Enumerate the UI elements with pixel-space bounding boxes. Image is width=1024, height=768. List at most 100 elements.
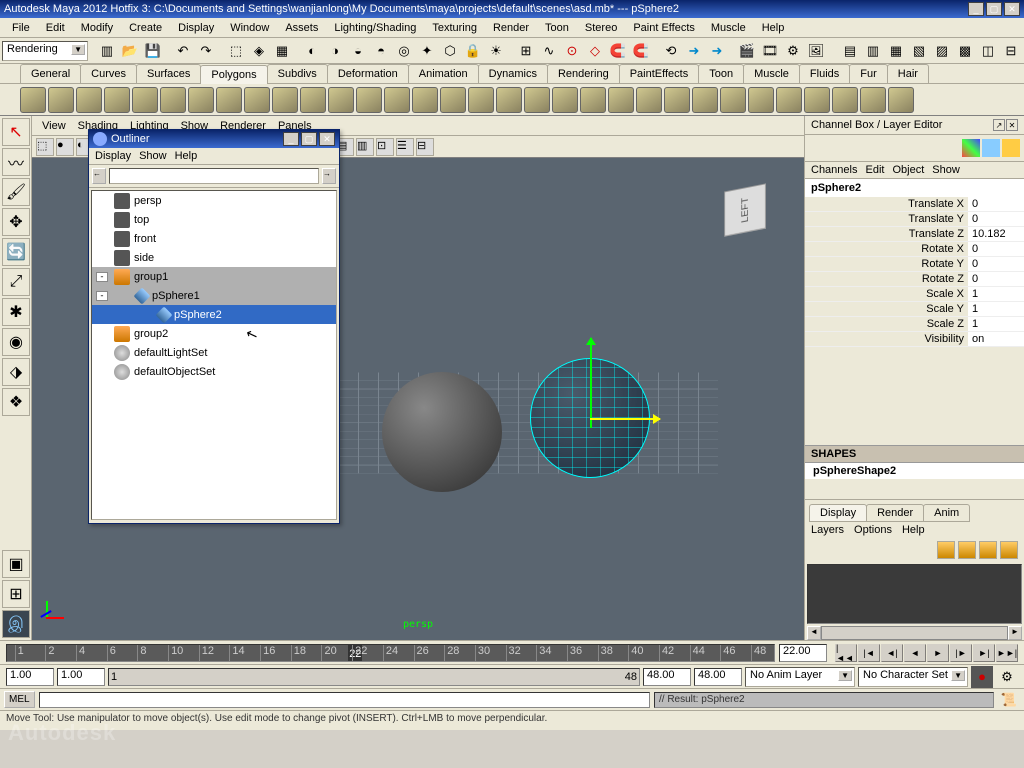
shelf-tab-toon[interactable]: Toon <box>698 64 744 83</box>
anim-end-field[interactable]: 48.00 <box>694 668 742 686</box>
psphere1-mesh[interactable] <box>382 372 502 492</box>
shelf-icon-11[interactable] <box>328 87 354 113</box>
open-scene-icon[interactable]: 📂 <box>119 40 141 62</box>
cb-menu-channels[interactable]: Channels <box>811 164 857 176</box>
menu-display[interactable]: Display <box>170 20 222 36</box>
history-icon[interactable]: ⟲ <box>660 40 682 62</box>
shelf-icon-31[interactable] <box>888 87 914 113</box>
snap-point-icon[interactable]: ⊙ <box>561 40 583 62</box>
layer-menu-layers[interactable]: Layers <box>811 524 844 536</box>
four-pane-icon[interactable]: ⊞ <box>2 580 30 608</box>
timeline-track[interactable]: 22 1246810121416182022242628303234363840… <box>6 644 775 662</box>
menu-muscle[interactable]: Muscle <box>703 20 754 36</box>
shelf-tab-subdivs[interactable]: Subdivs <box>267 64 328 83</box>
cb-close-icon[interactable]: ✕ <box>1006 119 1018 131</box>
live-surf-icon[interactable]: 🧲 <box>630 40 652 62</box>
vp-tool-20[interactable]: ⊟ <box>416 138 434 156</box>
attr-value[interactable]: 0 <box>968 242 1024 256</box>
outliner-search-input[interactable] <box>109 168 319 184</box>
menu-stereo[interactable]: Stereo <box>577 20 625 36</box>
snap-grid-icon[interactable]: ⊞ <box>515 40 537 62</box>
soft-mod-tool[interactable]: ◉ <box>2 328 30 356</box>
shelf-icon-20[interactable] <box>580 87 606 113</box>
vp-tool-0[interactable]: ⬚ <box>36 138 54 156</box>
shelf-icon-21[interactable] <box>608 87 634 113</box>
shelf-icon-27[interactable] <box>776 87 802 113</box>
panel-a-icon[interactable]: ▤ <box>839 40 861 62</box>
maximize-button[interactable]: ▢ <box>986 2 1002 16</box>
shelf-icon-28[interactable] <box>804 87 830 113</box>
shelf-tab-deformation[interactable]: Deformation <box>327 64 409 83</box>
panel-e-icon[interactable]: ▨ <box>931 40 953 62</box>
shelf-icon-15[interactable] <box>440 87 466 113</box>
panel-c-icon[interactable]: ▦ <box>885 40 907 62</box>
menu-toon[interactable]: Toon <box>537 20 577 36</box>
attr-value[interactable]: 1 <box>968 317 1024 331</box>
shelf-icon-3[interactable] <box>104 87 130 113</box>
menu-render[interactable]: Render <box>485 20 537 36</box>
outliner-item-psphere2[interactable]: pSphere2 <box>92 305 336 324</box>
shelf-icon-12[interactable] <box>356 87 382 113</box>
save-scene-icon[interactable]: 💾 <box>142 40 164 62</box>
menu-file[interactable]: File <box>4 20 38 36</box>
shelf-icon-19[interactable] <box>552 87 578 113</box>
select-hier-icon[interactable]: ⬚ <box>225 40 247 62</box>
snap-curve-icon[interactable]: ∿ <box>538 40 560 62</box>
outliner-search-prev[interactable]: ← <box>92 168 106 184</box>
shelf-tab-fur[interactable]: Fur <box>849 64 888 83</box>
shape-node-name[interactable]: pSphereShape2 <box>805 463 1024 479</box>
outliner-item-group1[interactable]: -group1 <box>92 267 336 286</box>
outliner-search-next[interactable]: → <box>322 168 336 184</box>
shelf-tab-painteffects[interactable]: PaintEffects <box>619 64 700 83</box>
shelf-tab-fluids[interactable]: Fluids <box>799 64 850 83</box>
sel-mask-icon[interactable]: ◐ <box>301 40 323 62</box>
cb-manip-icon[interactable] <box>1002 139 1020 157</box>
shelf-icon-8[interactable] <box>244 87 270 113</box>
layer-new-icon[interactable] <box>937 541 955 559</box>
script-lang-button[interactable]: MEL <box>4 691 35 708</box>
script-editor-button[interactable]: 📜 <box>998 689 1020 711</box>
outliner-item-defaultlightset[interactable]: defaultLightSet <box>92 343 336 362</box>
shelf-icon-13[interactable] <box>384 87 410 113</box>
current-frame-field[interactable]: 22.00 <box>779 644 827 662</box>
paint-select-tool[interactable]: 🖌 <box>2 178 30 206</box>
menu-lightingshading[interactable]: Lighting/Shading <box>326 20 424 36</box>
layer-up-icon[interactable] <box>979 541 997 559</box>
lasso-tool[interactable]: 〰 <box>2 148 30 176</box>
playback-start-field[interactable]: 1.00 <box>57 668 105 686</box>
vp-tool-17[interactable]: ▥ <box>356 138 374 156</box>
vp-tool-19[interactable]: ☰ <box>396 138 414 156</box>
shelf-icon-1[interactable] <box>48 87 74 113</box>
outliner-item-persp[interactable]: persp <box>92 191 336 210</box>
outliner-max-button[interactable]: ▢ <box>301 132 317 146</box>
shelf-icon-25[interactable] <box>720 87 746 113</box>
menu-assets[interactable]: Assets <box>277 20 326 36</box>
outliner-item-side[interactable]: side <box>92 248 336 267</box>
shelf-tab-general[interactable]: General <box>20 64 81 83</box>
vp-menu-view[interactable]: View <box>36 118 72 134</box>
menu-modify[interactable]: Modify <box>73 20 121 36</box>
outliner-min-button[interactable]: _ <box>283 132 299 146</box>
sel-mask4-icon[interactable]: ◓ <box>370 40 392 62</box>
new-scene-icon[interactable]: ▥ <box>96 40 118 62</box>
expand-toggle[interactable]: - <box>96 291 108 301</box>
construction2-icon[interactable]: ➜ <box>706 40 728 62</box>
outliner-list[interactable]: persptopfrontside-group1-pSphere1pSphere… <box>91 190 337 520</box>
menu-edit[interactable]: Edit <box>38 20 73 36</box>
shelf-icon-6[interactable] <box>188 87 214 113</box>
shelf-tab-hair[interactable]: Hair <box>887 64 929 83</box>
step-fwd-key-button[interactable]: ►| <box>973 644 995 662</box>
attr-value[interactable]: 0 <box>968 197 1024 211</box>
snap-live-icon[interactable]: 🧲 <box>607 40 629 62</box>
shelf-icon-29[interactable] <box>832 87 858 113</box>
sel-mask2-icon[interactable]: ◑ <box>324 40 346 62</box>
outliner-menu-display[interactable]: Display <box>95 150 131 162</box>
menu-help[interactable]: Help <box>754 20 793 36</box>
attr-value[interactable]: on <box>968 332 1024 346</box>
construction-icon[interactable]: ➜ <box>683 40 705 62</box>
single-pane-icon[interactable]: ▣ <box>2 550 30 578</box>
range-bar[interactable]: 148 <box>108 668 640 686</box>
goto-start-button[interactable]: |◄◄ <box>835 644 857 662</box>
last-tool[interactable]: ❖ <box>2 388 30 416</box>
layer-menu-options[interactable]: Options <box>854 524 892 536</box>
